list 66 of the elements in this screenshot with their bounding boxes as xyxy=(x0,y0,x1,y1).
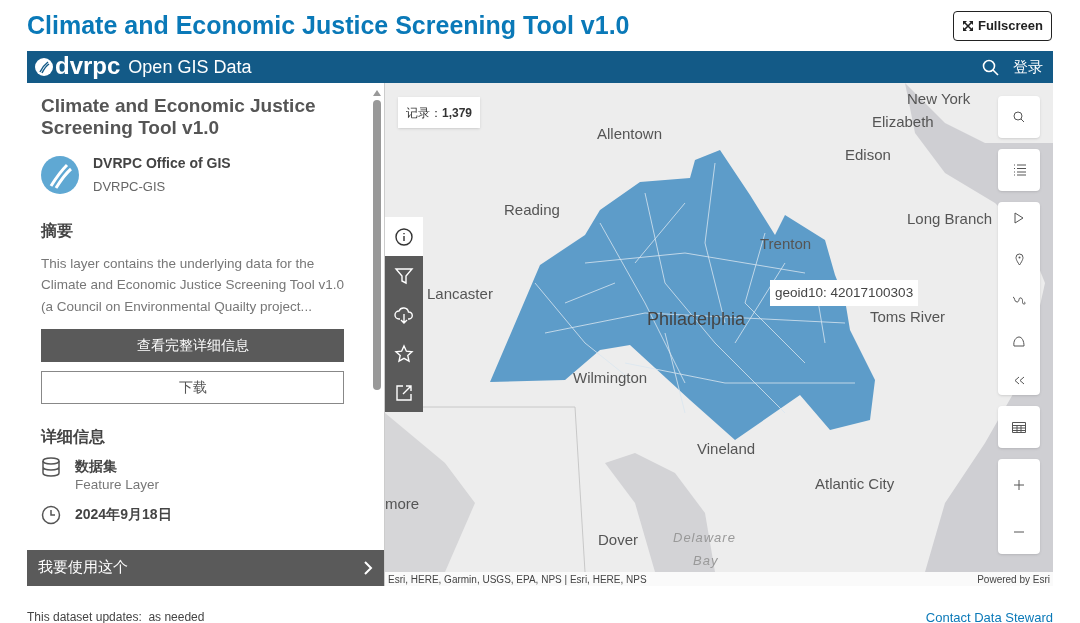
pointer-icon[interactable] xyxy=(1014,212,1024,224)
map-place-label: Vineland xyxy=(697,439,756,459)
owner-id: DVRPC-GIS xyxy=(93,178,167,196)
star-icon xyxy=(394,343,414,364)
details-heading: 详细信息 xyxy=(41,427,106,447)
map-place-label: Bay xyxy=(693,552,719,570)
zoom-in-icon[interactable] xyxy=(1014,479,1024,490)
map-place-label: Edison xyxy=(845,145,891,165)
use-this-bar[interactable]: 我要使用这个 xyxy=(27,550,384,586)
owner-avatar-icon xyxy=(41,155,79,194)
table-icon xyxy=(1012,421,1026,433)
lasso-icon[interactable] xyxy=(1012,295,1026,307)
map-place-label: New York xyxy=(907,89,971,109)
summary-text: This layer contains the underlying data for the Climate and Economic Justice Screening Tool v1.0 (a Council on Environmental Quailty project... xyxy=(41,254,344,316)
map-place-label: Atlantic City xyxy=(815,474,895,494)
map-place-label: Allentown xyxy=(597,124,663,144)
logo-icon xyxy=(35,58,53,76)
summary-heading: 摘要 xyxy=(41,220,74,241)
list-icon xyxy=(1012,164,1026,176)
map-place-label: more xyxy=(385,494,420,514)
info-icon xyxy=(394,226,414,247)
download-button[interactable]: 下载 xyxy=(41,371,344,404)
attribution-text: Esri, HERE, Garmin, USGS, EPA, NPS | Esri, HERE, NPS xyxy=(388,572,647,586)
fullscreen-button[interactable]: Fullscreen xyxy=(952,10,1052,41)
collapse-icon[interactable] xyxy=(1013,376,1025,385)
owner-name[interactable]: DVRPC Office of GIS xyxy=(93,153,231,174)
map-place-label: Delaware xyxy=(673,529,736,547)
feature-tooltip: geoid10: 42017100303 xyxy=(770,280,919,306)
map-place-label: Long Branch xyxy=(907,209,993,229)
share-icon xyxy=(394,382,414,403)
fullscreen-icon xyxy=(961,19,974,32)
side-tool-button[interactable] xyxy=(385,373,423,412)
view-details-button[interactable]: 查看完整详细信息 xyxy=(41,329,344,362)
clock-icon xyxy=(41,505,61,526)
side-tool-button[interactable] xyxy=(385,256,423,295)
filter-icon xyxy=(394,265,414,286)
table-button[interactable] xyxy=(998,406,1040,448)
search-icon[interactable] xyxy=(982,58,999,76)
logo-wordmark[interactable]: dvrpc xyxy=(55,53,121,78)
side-tool-button[interactable] xyxy=(385,217,423,256)
scroll-up-arrow-icon[interactable] xyxy=(373,90,381,96)
search-icon xyxy=(1013,111,1025,123)
contact-link[interactable]: Contact Data Steward xyxy=(925,608,1053,623)
detail-label: 数据集 xyxy=(75,457,118,475)
map-place-label: Wilmington xyxy=(573,368,648,388)
map-place-label: Dover xyxy=(598,530,638,550)
site-name: Open GIS Data xyxy=(128,55,252,79)
powered-by-text: Powered by Esri xyxy=(977,572,1050,586)
map-place-label: Lancaster xyxy=(427,284,493,304)
chevron-right-icon xyxy=(364,561,373,575)
map-place-label: Trenton xyxy=(760,234,812,254)
detail-label: 2024年9月18日 xyxy=(75,505,172,524)
pin-icon[interactable] xyxy=(1014,253,1024,266)
shape-icon[interactable] xyxy=(1013,336,1025,347)
map-place-label: Toms River xyxy=(870,307,945,327)
map-place-label: Philadelphia xyxy=(647,308,746,331)
map-place-label: Reading xyxy=(504,200,560,220)
record-count-badge: 记录：1,379 xyxy=(398,97,481,128)
database-icon xyxy=(41,457,61,477)
item-title: Climate and Economic Justice Screening Tool v1.0 xyxy=(41,95,317,139)
map-place-label: Elizabeth xyxy=(872,112,934,132)
sign-in-link[interactable]: 登录 xyxy=(1013,55,1043,79)
page-title: Climate and Economic Justice Screening Tool v1.0 xyxy=(27,9,630,41)
update-frequency-text: This dataset updates: as needed xyxy=(27,609,205,623)
detail-value: Feature Layer xyxy=(75,476,160,494)
cloud-download-icon xyxy=(394,304,414,325)
